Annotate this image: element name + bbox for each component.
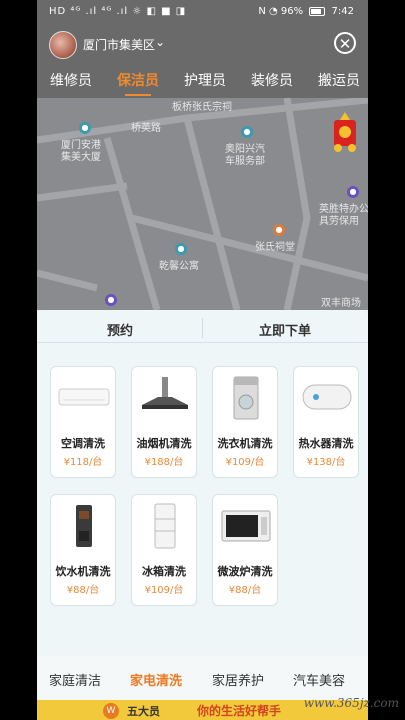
red-packet-icon[interactable] [330,110,360,152]
clock: 7:42 [331,6,354,17]
alarm-icon: ◔ [269,6,281,17]
tab-decoration[interactable]: 装修员 [251,70,293,90]
service-card-range-hood[interactable]: 油烟机清洗 ¥188/台 [131,366,197,478]
building-icon: ● [79,122,91,134]
shop-icon: ● [347,186,359,198]
divider [37,342,368,343]
service-name: 热水器清洗 [298,437,354,450]
service-name: 饮水机清洗 [55,565,111,578]
water-dispenser-icon [76,505,92,547]
chevron-down-icon[interactable]: ⌄ [155,35,165,49]
divider [202,318,203,338]
slogan: 你的生活好帮手 [197,704,282,718]
signal-icons: HD ⁴ᴳ .ıl ⁴ᴳ .ıl ☼ ◧ ■ ◨ [49,6,187,17]
location-header: 厦门市集美区 ⌄ ✕ [37,26,368,62]
tab-car-beauty[interactable]: 汽车美容 [293,670,345,689]
map-label-anggang: 厦门安港 集美大厦 [61,140,101,163]
map-label-aoyang: 奥阳兴汽 车服务部 [225,144,265,167]
tab-home-cleaning[interactable]: 家庭清洁 [49,670,101,689]
reserve-button[interactable]: 预约 [107,320,133,339]
service-name: 微波炉清洗 [217,565,273,578]
temple-icon: ● [273,224,285,236]
apartment-icon: ● [175,243,187,255]
nfc-icon: N [258,6,266,17]
service-name: 冰箱清洗 [142,565,186,578]
service-price: ¥109/台 [144,585,184,596]
map-label-banqiao: 板桥张氏宗祠 [172,102,232,113]
map-label-yingsheng: 英胜特办公 具劳保用 [319,204,368,227]
logo-icon: W [103,703,119,719]
map-label-qiaoying-road: 桥英路 [131,123,161,134]
worker-tabs: 维修员 保洁员 护理员 装修员 搬运员 [37,62,368,98]
map-view[interactable]: 板桥张氏宗祠 桥英路 ● 厦门安港 集美大厦 ● 奥阳兴汽 车服务部 ● 英胜特… [37,98,368,310]
map-label-shuangfeng: 双丰商场 [321,298,361,309]
battery-percent: 96% [280,6,304,17]
close-icon[interactable]: ✕ [334,32,356,54]
store-icon: ● [105,294,117,306]
washing-machine-icon [233,376,259,420]
car-service-icon: ● [241,126,253,138]
map-label-qianxin: 乾馨公寓 [159,261,199,272]
logo-text: 五大员 [127,705,160,718]
tab-appliance-cleaning[interactable]: 家电清洗 [130,670,182,689]
status-bar: HD ⁴ᴳ .ıl ⁴ᴳ .ıl ☼ ◧ ■ ◨ N ◔ 96% 7:42 [37,0,368,26]
service-card-water-dispenser[interactable]: 饮水机清洗 ¥88/台 [50,494,116,606]
status-right: N ◔ 96% 7:42 [258,6,354,17]
service-name: 油烟机清洗 [136,437,192,450]
air-conditioner-icon [58,388,110,406]
service-card-air-conditioner[interactable]: 空调清洗 ¥118/台 [50,366,116,478]
tab-home-care[interactable]: 家居养护 [212,670,264,689]
service-price: ¥88/台 [66,585,100,596]
service-card-water-heater[interactable]: 热水器清洗 ¥138/台 [293,366,359,478]
service-price: ¥109/台 [225,457,265,468]
range-hood-icon [142,377,188,409]
service-price: ¥138/台 [306,457,346,468]
category-tabs: 家庭清洁 家电清洗 家居养护 汽车美容 [37,656,368,700]
city-selector[interactable]: 厦门市集美区 [83,36,155,53]
service-price: ¥188/台 [144,457,184,468]
order-now-button[interactable]: 立即下单 [259,320,311,339]
microwave-icon [221,510,271,542]
battery-icon [309,6,326,16]
service-name: 空调清洗 [61,437,105,450]
phone-screen: HD ⁴ᴳ .ıl ⁴ᴳ .ıl ☼ ◧ ■ ◨ N ◔ 96% 7:42 厦门… [37,0,368,720]
service-card-microwave[interactable]: 微波炉清洗 ¥88/台 [212,494,278,606]
service-card-refrigerator[interactable]: 冰箱清洗 ¥109/台 [131,494,197,606]
map-label-zhangci: 张氏祠堂 [255,242,295,253]
service-price: ¥118/台 [63,457,103,468]
service-price: ¥88/台 [228,585,262,596]
tab-moving[interactable]: 搬运员 [318,70,360,90]
avatar[interactable] [49,31,77,59]
refrigerator-icon [154,503,176,549]
tab-nursing[interactable]: 护理员 [184,70,226,90]
watermark: www.365jz.com [303,696,399,710]
tab-repair[interactable]: 维修员 [50,70,92,90]
service-name: 洗衣机清洗 [217,437,273,450]
tab-cleaning[interactable]: 保洁员 [117,70,159,96]
service-card-washing-machine[interactable]: 洗衣机清洗 ¥109/台 [212,366,278,478]
water-heater-icon [302,384,352,410]
